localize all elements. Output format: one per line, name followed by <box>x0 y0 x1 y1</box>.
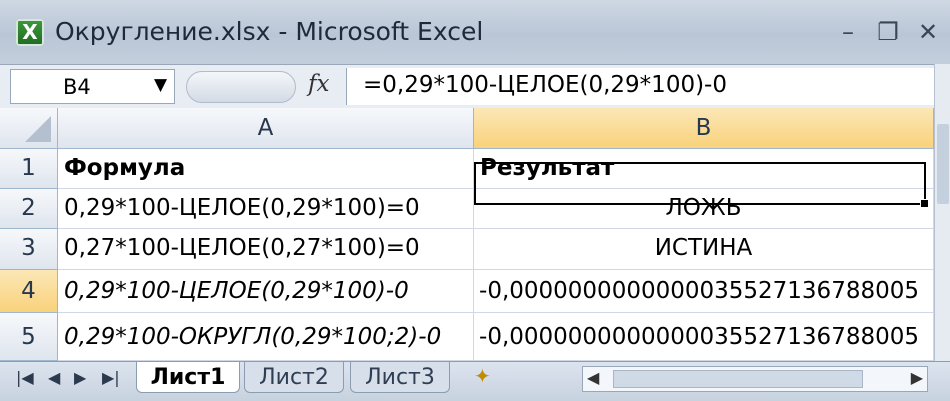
cell-b5[interactable]: -0,0000000000000035527136788005 <box>474 313 934 361</box>
column-header-b[interactable]: B <box>474 108 934 149</box>
formula-input[interactable]: =0,29*100-ЦЕЛОЕ(0,29*100)-0 <box>346 68 950 105</box>
row-header[interactable]: 3 <box>0 229 58 270</box>
cell-a3[interactable]: 0,27*100-ЦЕЛОЕ(0,27*100)=0 <box>58 229 474 270</box>
next-sheet-icon[interactable]: ▶ <box>74 368 86 387</box>
scroll-left-icon[interactable]: ◀ <box>587 368 599 387</box>
sheet-tab-1[interactable]: Лист1 <box>136 362 240 393</box>
insert-sheet-icon[interactable]: ✦ <box>474 364 502 390</box>
row-header-active[interactable]: 4 <box>0 270 58 313</box>
prev-sheet-icon[interactable]: ◀ <box>48 368 60 387</box>
last-sheet-icon[interactable]: ▶| <box>102 368 120 387</box>
vertical-scrollbar[interactable] <box>934 64 950 361</box>
close-icon[interactable]: ✕ <box>908 12 948 52</box>
minimize-icon[interactable]: – <box>828 12 868 52</box>
cell-a4[interactable]: 0,29*100-ЦЕЛОЕ(0,29*100)-0 <box>58 270 474 313</box>
formula-text: =0,29*100-ЦЕЛОЕ(0,29*100)-0 <box>363 72 727 98</box>
spreadsheet-grid: A B 1 Формула Результат 2 0,29*100-ЦЕЛОЕ… <box>0 108 950 361</box>
restore-icon[interactable]: ❐ <box>868 12 908 52</box>
first-sheet-icon[interactable]: |◀ <box>16 368 34 387</box>
cell-b1[interactable]: Результат <box>474 149 934 189</box>
sheet-tab-2[interactable]: Лист2 <box>244 362 344 393</box>
title-bar: X Округление.xlsx - Microsoft Excel – ❐ … <box>0 0 950 64</box>
window-title: Округление.xlsx - Microsoft Excel <box>55 17 484 46</box>
chevron-down-icon[interactable]: ▼ <box>154 75 167 95</box>
formula-bar-splitter[interactable] <box>186 71 296 103</box>
horizontal-scroll-thumb[interactable] <box>613 370 863 388</box>
vertical-scroll-thumb[interactable] <box>937 124 949 204</box>
cell-b4[interactable]: -0,0000000000000035527136788005 <box>474 270 934 313</box>
cell-b3[interactable]: ИСТИНА <box>474 229 934 270</box>
name-box-value: B4 <box>63 75 91 99</box>
cell-a5[interactable]: 0,29*100-ОКРУГЛ(0,29*100;2)-0 <box>58 313 474 361</box>
fill-handle[interactable] <box>920 199 929 208</box>
row-header[interactable]: 2 <box>0 189 58 229</box>
cell-b2[interactable]: ЛОЖЬ <box>474 189 934 229</box>
excel-icon[interactable]: X <box>16 19 44 46</box>
formula-bar: B4 ▼ fx =0,29*100-ЦЕЛОЕ(0,29*100)-0 <box>0 64 950 110</box>
name-box[interactable]: B4 ▼ <box>10 69 175 104</box>
cell-a1[interactable]: Формула <box>58 149 474 189</box>
scroll-right-icon[interactable]: ▶ <box>911 368 923 387</box>
cell-a2[interactable]: 0,29*100-ЦЕЛОЕ(0,29*100)=0 <box>58 189 474 229</box>
sheet-tab-3[interactable]: Лист3 <box>350 362 450 393</box>
row-header[interactable]: 1 <box>0 149 58 189</box>
horizontal-scrollbar[interactable]: ◀ ▶ <box>582 366 928 392</box>
column-header-a[interactable]: A <box>58 108 474 149</box>
row-header[interactable]: 5 <box>0 313 58 361</box>
sheet-tab-bar: |◀ ◀ ▶ ▶| Лист1 Лист2 Лист3 ✦ ◀ ▶ <box>0 361 950 401</box>
insert-function-icon[interactable]: fx <box>308 71 329 97</box>
select-all-button[interactable] <box>0 108 58 149</box>
